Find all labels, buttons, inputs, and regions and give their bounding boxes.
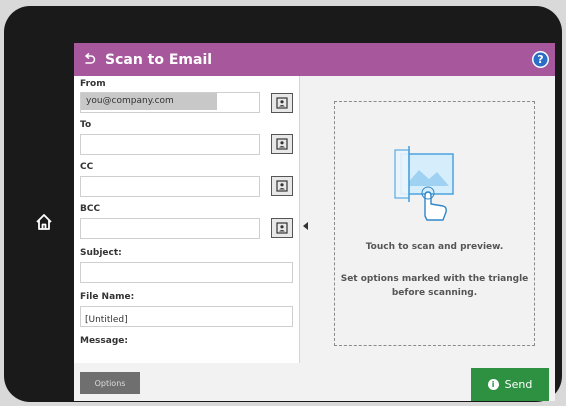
cc-contacts-button[interactable] bbox=[271, 176, 293, 196]
help-icon[interactable]: ? bbox=[532, 51, 549, 68]
address-book-icon bbox=[276, 97, 288, 109]
cc-label: CC bbox=[80, 162, 94, 172]
bcc-label: BCC bbox=[80, 204, 101, 214]
cc-field[interactable] bbox=[80, 176, 260, 197]
bcc-field[interactable] bbox=[80, 218, 260, 239]
bcc-contacts-button[interactable] bbox=[271, 218, 293, 238]
subject-field[interactable] bbox=[80, 262, 293, 283]
from-contacts-button[interactable] bbox=[271, 93, 293, 113]
printer-bezel: Scan to Email ? From you@company.com To bbox=[4, 6, 562, 402]
filename-label: File Name: bbox=[80, 292, 135, 302]
message-label: Message: bbox=[80, 336, 128, 346]
control-panel-screen: Scan to Email ? From you@company.com To bbox=[74, 43, 555, 401]
preview-instruction: Touch to scan and preview. bbox=[365, 242, 504, 252]
to-label: To bbox=[80, 120, 92, 130]
address-book-icon bbox=[276, 180, 288, 192]
filename-value: [Untitled] bbox=[85, 315, 128, 325]
home-icon bbox=[36, 214, 52, 230]
scan-preview-area[interactable]: Touch to scan and preview. Set options m… bbox=[334, 101, 535, 346]
title-bar: Scan to Email ? bbox=[74, 43, 555, 76]
options-button[interactable]: Options bbox=[80, 372, 140, 394]
collapse-arrow-icon[interactable] bbox=[302, 221, 310, 231]
email-form: From you@company.com To CC BCC Subject: … bbox=[74, 76, 300, 363]
preview-hint: Set options marked with the triangle bef… bbox=[340, 274, 529, 298]
subject-value bbox=[81, 271, 85, 281]
address-book-icon bbox=[276, 222, 288, 234]
info-icon: i bbox=[487, 379, 499, 390]
address-book-icon bbox=[276, 138, 288, 150]
subject-label: Subject: bbox=[80, 248, 122, 258]
back-arrow-icon[interactable] bbox=[82, 52, 96, 67]
send-label: Send bbox=[504, 378, 533, 391]
send-button[interactable]: i Send bbox=[471, 368, 549, 401]
from-value: you@company.com bbox=[81, 93, 217, 110]
page-title: Scan to Email bbox=[105, 51, 213, 68]
to-field[interactable] bbox=[80, 134, 260, 155]
from-field[interactable]: you@company.com bbox=[80, 92, 260, 113]
from-label: From bbox=[80, 79, 106, 89]
touch-preview-icon bbox=[394, 146, 454, 221]
filename-field[interactable]: [Untitled] bbox=[80, 306, 293, 327]
home-button[interactable] bbox=[32, 210, 56, 234]
action-bar: Options i Send bbox=[74, 363, 555, 401]
to-contacts-button[interactable] bbox=[271, 134, 293, 154]
